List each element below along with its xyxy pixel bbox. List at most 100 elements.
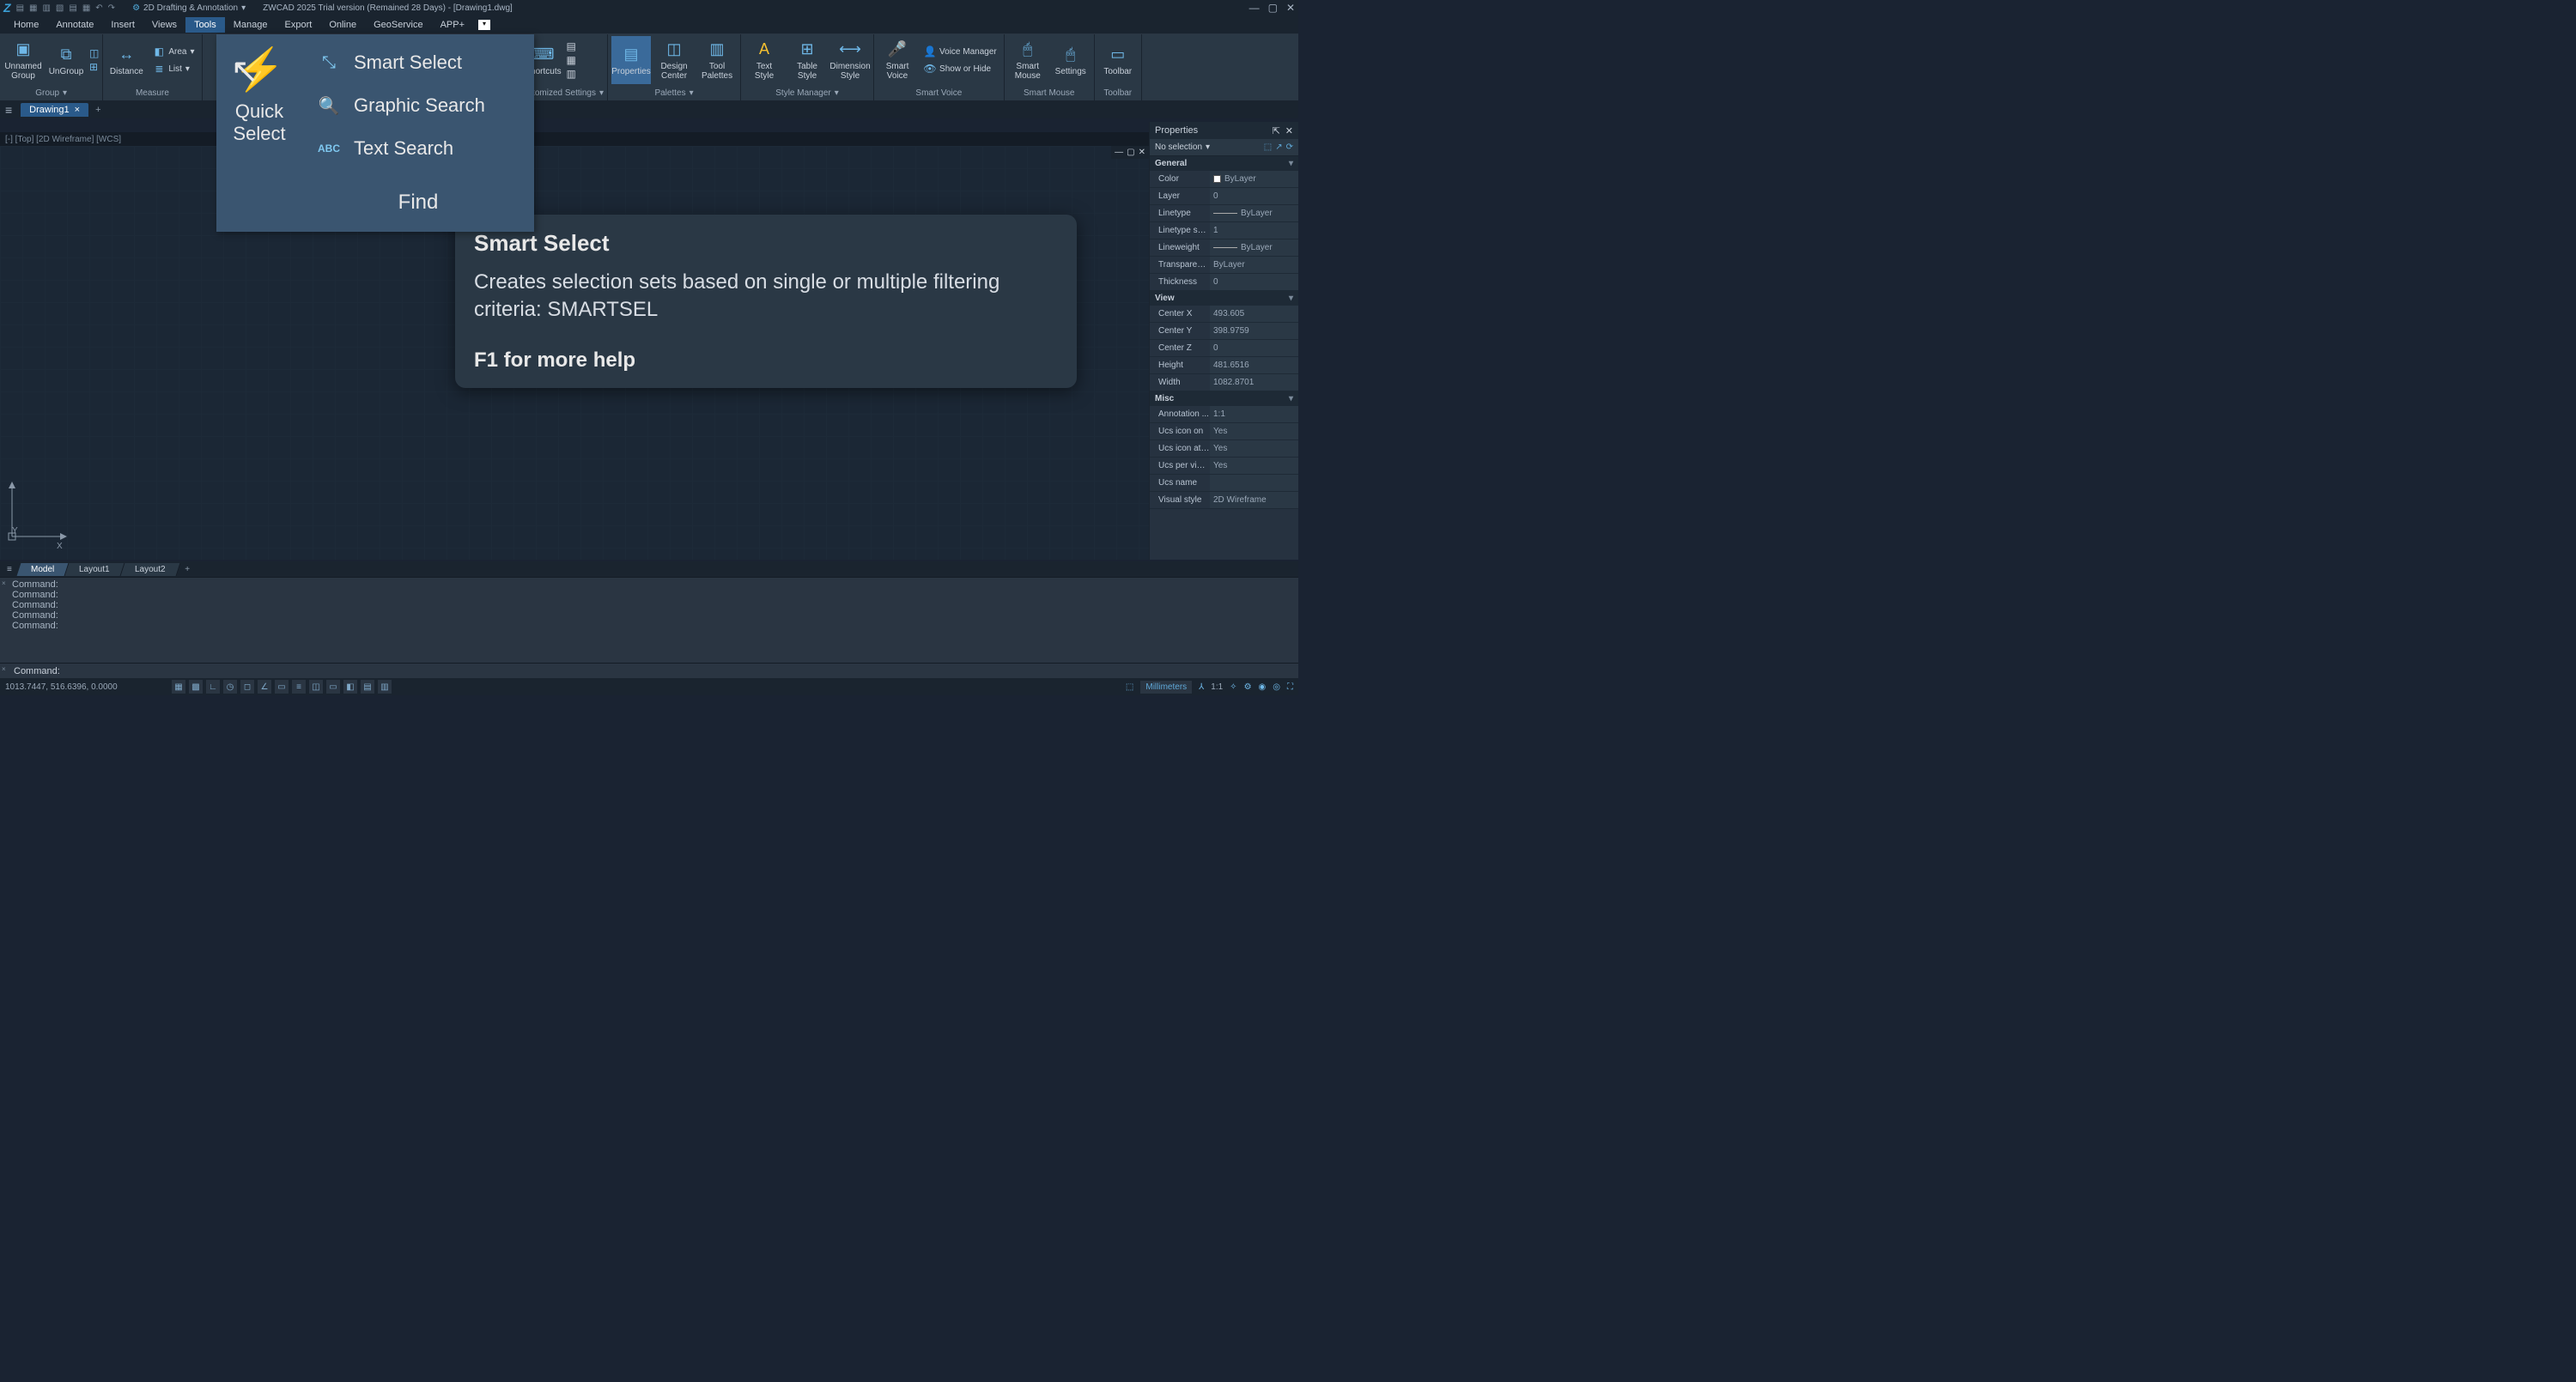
- qat-save-icon[interactable]: ▥: [42, 3, 50, 13]
- snap-toggle-icon[interactable]: ▩: [189, 680, 203, 694]
- menu-app[interactable]: APP+: [432, 17, 473, 33]
- menu-tools[interactable]: Tools: [185, 17, 225, 33]
- property-row[interactable]: Height481.6516: [1150, 357, 1298, 374]
- property-value[interactable]: Yes: [1210, 440, 1298, 457]
- section-view[interactable]: View▾: [1150, 291, 1298, 306]
- isolate-icon[interactable]: ⬚: [1126, 682, 1133, 692]
- graphic-search-item[interactable]: 🔍 Graphic Search: [302, 84, 534, 127]
- ortho-toggle-icon[interactable]: ∟: [206, 680, 220, 694]
- lwt-toggle-icon[interactable]: ≡: [292, 680, 306, 694]
- osnap-toggle-icon[interactable]: ◻: [240, 680, 254, 694]
- close-history-icon[interactable]: ×: [2, 579, 6, 587]
- units-readout[interactable]: Millimeters: [1140, 681, 1192, 694]
- distance-button[interactable]: ↔ Distance: [106, 36, 146, 84]
- dyn-toggle-icon[interactable]: ▭: [275, 680, 289, 694]
- add-tab-button[interactable]: +: [95, 105, 100, 115]
- menu-annotate[interactable]: Annotate: [47, 17, 102, 33]
- maximize-button[interactable]: ▢: [1268, 2, 1278, 14]
- polar-toggle-icon[interactable]: ◷: [223, 680, 237, 694]
- property-value[interactable]: 0: [1210, 274, 1298, 290]
- property-row[interactable]: Width1082.8701: [1150, 374, 1298, 391]
- property-value[interactable]: 398.9759: [1210, 323, 1298, 339]
- qat-new-icon[interactable]: ▤: [16, 3, 24, 13]
- vp-minimize-icon[interactable]: —: [1115, 148, 1123, 157]
- chevron-down-icon[interactable]: ▾: [599, 88, 604, 98]
- workspace-switch-icon[interactable]: ⚙: [1244, 682, 1252, 692]
- sc-toggle-icon[interactable]: ▥: [378, 680, 392, 694]
- property-value[interactable]: 1: [1210, 222, 1298, 239]
- section-misc[interactable]: Misc▾: [1150, 391, 1298, 406]
- ungroup-button[interactable]: ⧉ UnGroup: [46, 36, 86, 84]
- command-history[interactable]: × Command: Command: Command: Command: Co…: [0, 577, 1298, 663]
- viewport-info[interactable]: [-] [Top] [2D Wireframe] [WCS]: [0, 132, 1149, 146]
- smart-select-item[interactable]: ⤡ Smart Select: [302, 41, 534, 84]
- property-row[interactable]: Center Z0: [1150, 340, 1298, 357]
- qat-saveas-icon[interactable]: ▧: [56, 3, 64, 13]
- property-row[interactable]: Center X493.605: [1150, 306, 1298, 323]
- isolate2-icon[interactable]: ◎: [1273, 682, 1280, 692]
- voice-manager-button[interactable]: 👤Voice Manager: [920, 44, 1000, 59]
- alias-icon[interactable]: ▤: [567, 40, 576, 52]
- close-panel-icon[interactable]: ✕: [1285, 125, 1293, 136]
- chevron-down-icon[interactable]: ▾: [835, 88, 839, 98]
- smart-mouse-button[interactable]: 🖱Smart Mouse: [1008, 36, 1048, 84]
- minimize-button[interactable]: —: [1249, 2, 1260, 14]
- property-row[interactable]: Ucs icon onYes: [1150, 423, 1298, 440]
- tab-menu-icon[interactable]: ≡: [5, 103, 12, 117]
- property-row[interactable]: Annotation ...1:1: [1150, 406, 1298, 423]
- text-search-item[interactable]: ABC Text Search: [302, 127, 534, 170]
- qat-preview-icon[interactable]: ▦: [82, 3, 90, 13]
- drawing-tab[interactable]: Drawing1 ×: [21, 103, 88, 117]
- menu-online[interactable]: Online: [320, 17, 365, 33]
- area-button[interactable]: ◧Area▾: [149, 44, 197, 59]
- vp-restore-icon[interactable]: ▢: [1127, 148, 1134, 157]
- autoscale-icon[interactable]: ✧: [1230, 682, 1236, 692]
- property-value[interactable]: [1210, 475, 1298, 491]
- layout2-tab[interactable]: Layout2: [120, 563, 179, 576]
- chevron-down-icon[interactable]: ▾: [690, 88, 694, 98]
- hardware-accel-icon[interactable]: ◉: [1259, 682, 1267, 692]
- property-value[interactable]: ByLayer: [1210, 239, 1298, 256]
- show-hide-button[interactable]: 👁Show or Hide: [920, 61, 1000, 76]
- chevron-down-icon[interactable]: ▾: [63, 88, 67, 98]
- menu-manage[interactable]: Manage: [225, 17, 276, 33]
- property-row[interactable]: Linetype scale1: [1150, 222, 1298, 239]
- toolbar-button[interactable]: ▭Toolbar: [1098, 36, 1138, 84]
- smart-voice-button[interactable]: 🎤Smart Voice: [878, 36, 917, 84]
- coordinates-readout[interactable]: 1013.7447, 516.6396, 0.0000: [5, 682, 168, 692]
- property-row[interactable]: LinetypeByLayer: [1150, 205, 1298, 222]
- property-row[interactable]: Visual style2D Wireframe: [1150, 492, 1298, 509]
- select-objects-icon[interactable]: ↗: [1275, 142, 1282, 152]
- group-edit-icon[interactable]: ◫: [89, 47, 99, 59]
- property-value[interactable]: ByLayer: [1210, 171, 1298, 187]
- property-value[interactable]: ByLayer: [1210, 205, 1298, 221]
- vp-close-icon[interactable]: ✕: [1139, 148, 1145, 157]
- menu-geoservice[interactable]: GeoService: [365, 17, 431, 33]
- add-layout-button[interactable]: +: [178, 565, 197, 574]
- property-row[interactable]: Ucs name: [1150, 475, 1298, 492]
- table-style-button[interactable]: ⊞Table Style: [787, 36, 827, 84]
- unnamed-group-button[interactable]: ▣ Unnamed Group: [3, 36, 43, 84]
- property-value[interactable]: 1:1: [1210, 406, 1298, 422]
- property-value[interactable]: 481.6516: [1210, 357, 1298, 373]
- property-row[interactable]: LineweightByLayer: [1150, 239, 1298, 257]
- model-tab[interactable]: Model: [16, 563, 69, 576]
- scale-readout[interactable]: 1:1: [1211, 682, 1223, 692]
- property-value[interactable]: 0: [1210, 188, 1298, 204]
- menu-views[interactable]: Views: [143, 17, 185, 33]
- group-manager-icon[interactable]: ⊞: [89, 61, 99, 73]
- qp-toggle-icon[interactable]: ▤: [361, 680, 374, 694]
- menu-home[interactable]: Home: [5, 17, 47, 33]
- selection-dropdown[interactable]: No selection ▾ ⬚↗⟳: [1150, 139, 1298, 156]
- layout1-tab[interactable]: Layout1: [65, 563, 125, 576]
- property-value[interactable]: 2D Wireframe: [1210, 492, 1298, 508]
- property-row[interactable]: Ucs per view...Yes: [1150, 458, 1298, 475]
- annoscale-icon[interactable]: ⅄: [1199, 682, 1204, 692]
- section-general[interactable]: General▾: [1150, 156, 1298, 171]
- property-value[interactable]: 0: [1210, 340, 1298, 356]
- layout-menu-icon[interactable]: ≡: [0, 565, 19, 574]
- qat-open-icon[interactable]: ▦: [29, 3, 37, 13]
- qat-plot-icon[interactable]: ▤: [69, 3, 76, 13]
- menu-insert[interactable]: Insert: [102, 17, 143, 33]
- property-value[interactable]: ByLayer: [1210, 257, 1298, 273]
